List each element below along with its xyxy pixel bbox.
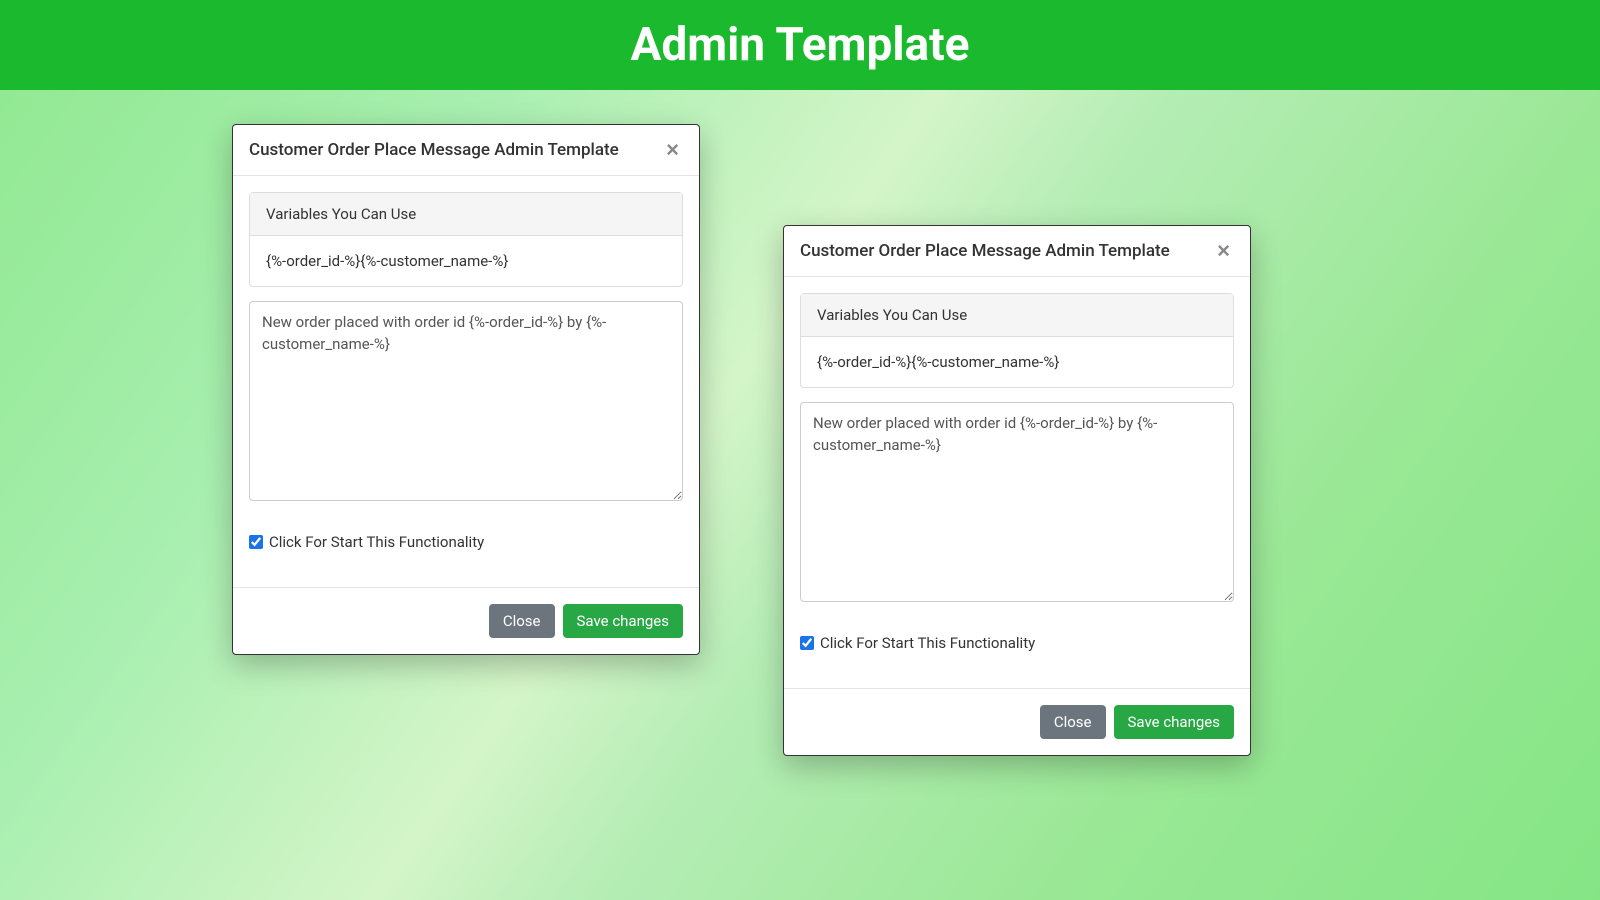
page-header: Admin Template [0, 0, 1600, 90]
enable-functionality-checkbox[interactable] [800, 636, 814, 650]
variables-panel-header: Variables You Can Use [801, 294, 1233, 337]
variables-panel: Variables You Can Use {%-order_id-%}{%-c… [800, 293, 1234, 388]
close-button[interactable]: Close [1040, 705, 1106, 739]
page-title: Admin Template [630, 18, 969, 72]
enable-functionality-label: Click For Start This Functionality [820, 634, 1035, 652]
modal-title: Customer Order Place Message Admin Templ… [249, 140, 619, 160]
enable-functionality-row: Click For Start This Functionality [249, 533, 683, 551]
save-changes-button[interactable]: Save changes [1114, 705, 1234, 739]
variables-panel-body: {%-order_id-%}{%-customer_name-%} [250, 236, 682, 286]
admin-template-modal-1: Customer Order Place Message Admin Templ… [232, 124, 700, 655]
message-template-textarea[interactable] [800, 402, 1234, 602]
modal-body: Variables You Can Use {%-order_id-%}{%-c… [784, 277, 1250, 688]
save-changes-button[interactable]: Save changes [563, 604, 683, 638]
enable-functionality-label: Click For Start This Functionality [269, 533, 484, 551]
modal-title: Customer Order Place Message Admin Templ… [800, 241, 1170, 261]
enable-functionality-row: Click For Start This Functionality [800, 634, 1234, 652]
variables-panel: Variables You Can Use {%-order_id-%}{%-c… [249, 192, 683, 287]
modal-header: Customer Order Place Message Admin Templ… [784, 226, 1250, 277]
modal-header: Customer Order Place Message Admin Templ… [233, 125, 699, 176]
close-icon[interactable]: × [1213, 240, 1234, 262]
enable-functionality-checkbox[interactable] [249, 535, 263, 549]
modal-footer: Close Save changes [784, 688, 1250, 755]
close-icon[interactable]: × [662, 139, 683, 161]
modal-footer: Close Save changes [233, 587, 699, 654]
message-template-textarea[interactable] [249, 301, 683, 501]
close-button[interactable]: Close [489, 604, 555, 638]
variables-panel-body: {%-order_id-%}{%-customer_name-%} [801, 337, 1233, 387]
modal-body: Variables You Can Use {%-order_id-%}{%-c… [233, 176, 699, 587]
variables-panel-header: Variables You Can Use [250, 193, 682, 236]
admin-template-modal-2: Customer Order Place Message Admin Templ… [783, 225, 1251, 756]
